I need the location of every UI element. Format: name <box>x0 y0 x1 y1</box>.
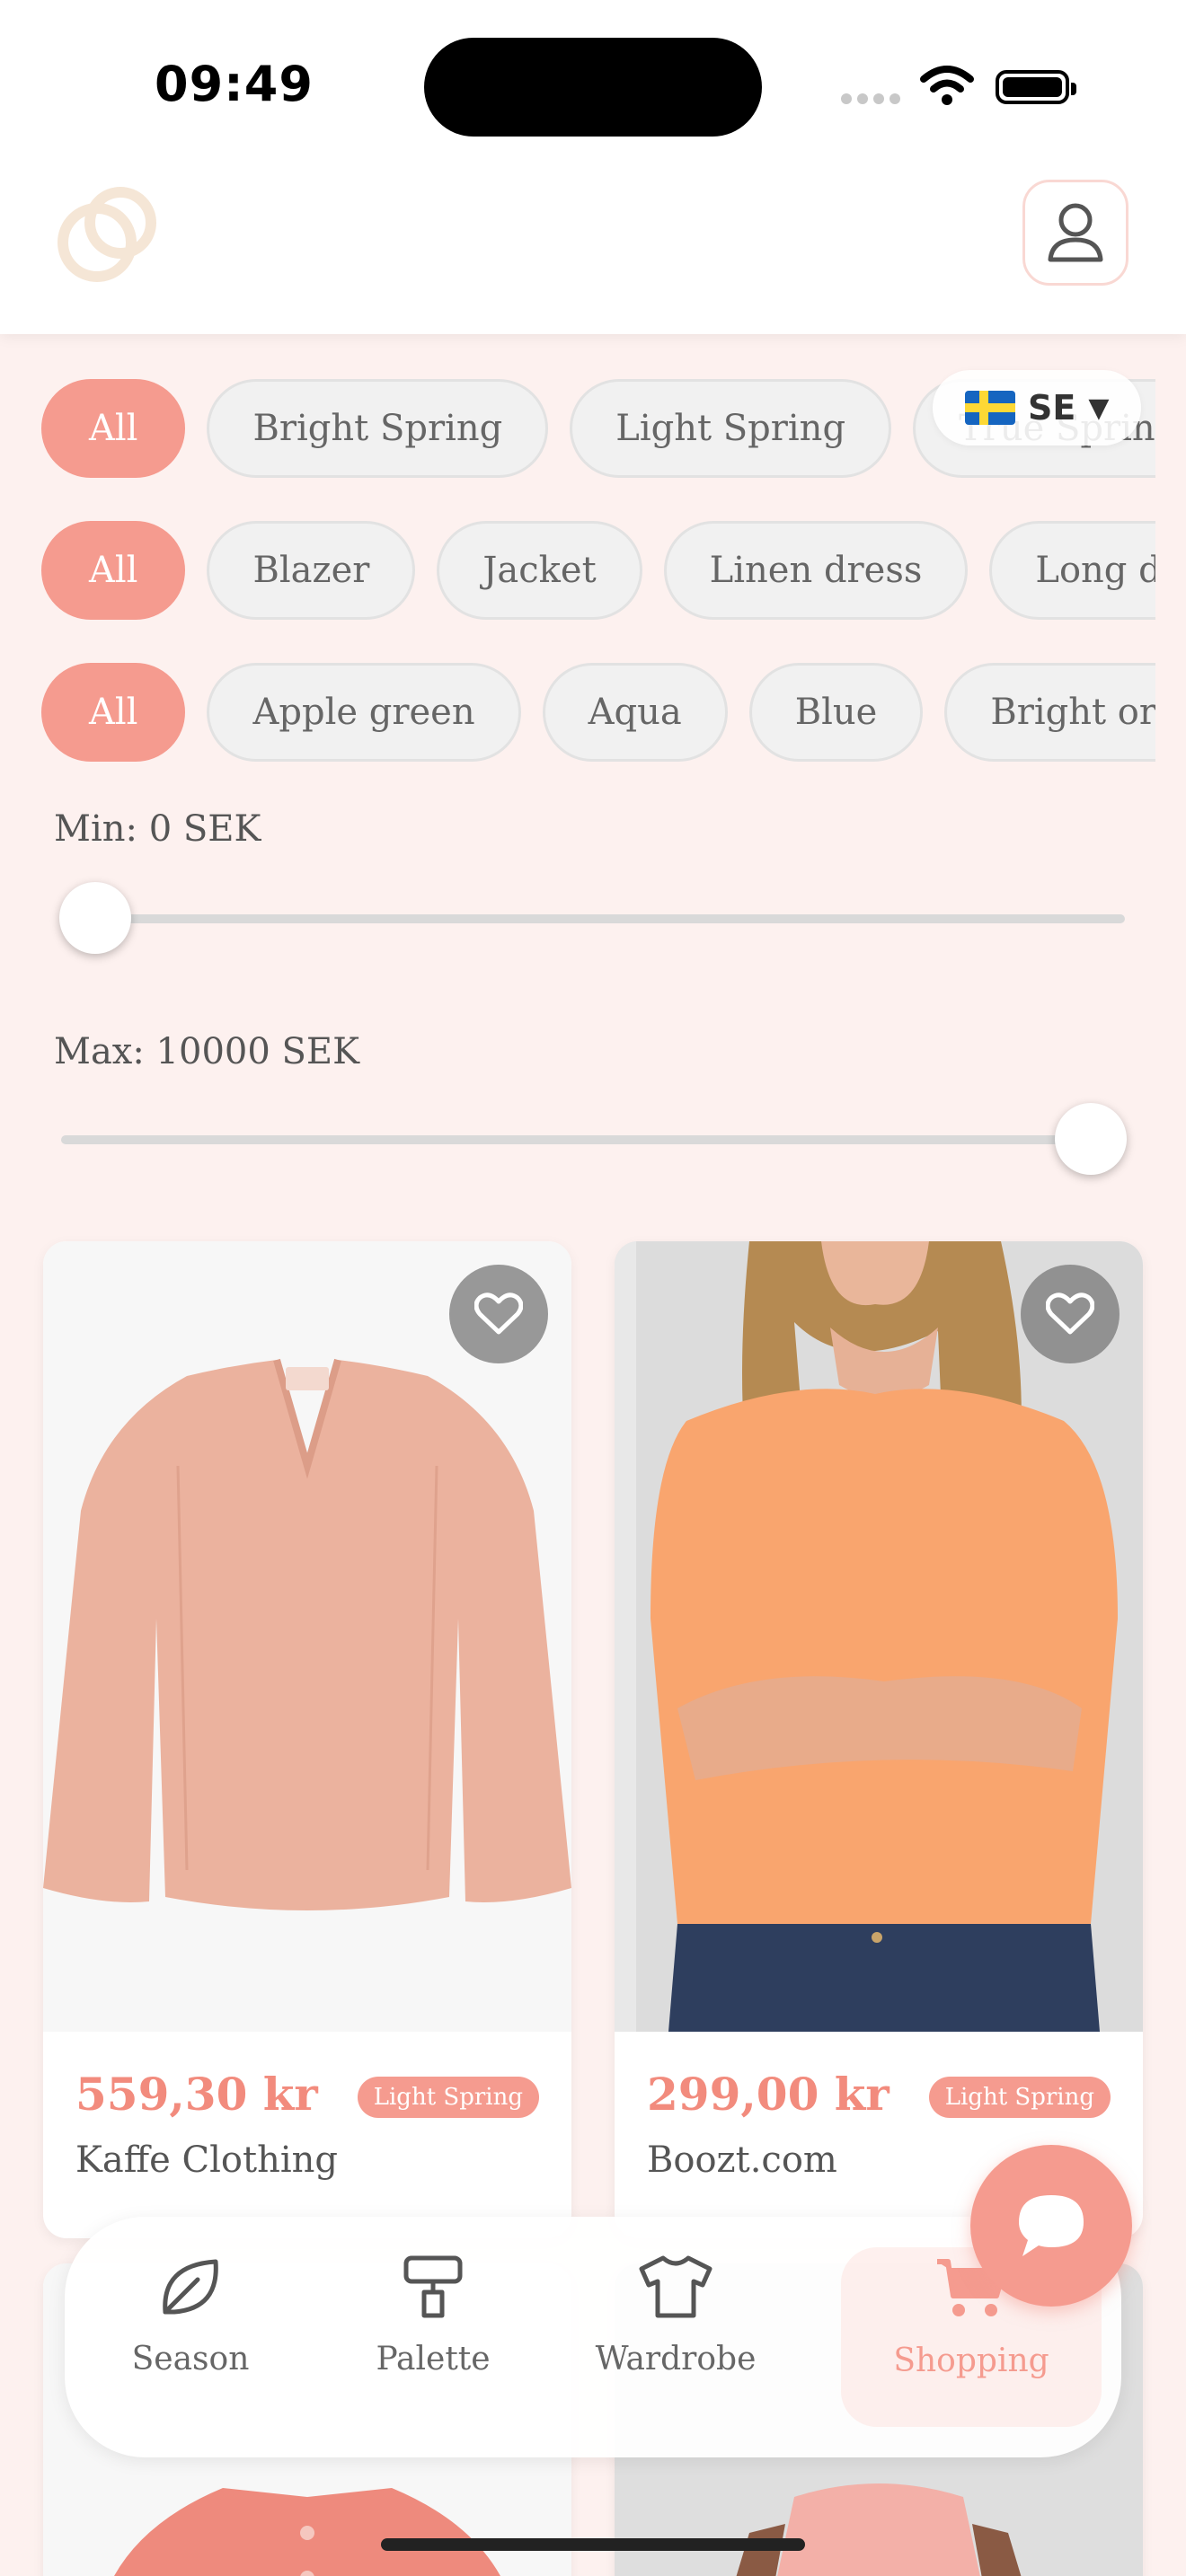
min-price-label: Min: 0 SEK <box>54 808 261 850</box>
color-filter-row: AllApple greenAquaBlueBright orange <box>41 663 1155 763</box>
chat-bubble-icon <box>1019 2195 1084 2256</box>
bottom-navigation: Season Palette Wardrobe Shopping <box>65 2217 1121 2457</box>
chip-color-aqua[interactable]: Aqua <box>542 663 728 762</box>
nav-palette[interactable]: Palette <box>325 2253 541 2432</box>
user-icon <box>1048 203 1103 262</box>
product-card[interactable]: 299,00 kr Light Spring Boozt.com <box>615 1241 1143 2238</box>
product-price: 559,30 kr <box>75 2068 318 2121</box>
chip-color-blue[interactable]: Blue <box>748 663 924 762</box>
leaf-icon <box>163 2259 218 2315</box>
max-price-label: Max: 10000 SEK <box>54 1031 359 1072</box>
chip-season-all[interactable]: All <box>41 379 186 478</box>
store-name: Boozt.com <box>647 2139 837 2181</box>
paint-roller-icon <box>403 2255 463 2318</box>
profile-button[interactable] <box>1022 180 1128 286</box>
nav-palette-label: Palette <box>376 2341 491 2378</box>
heart-icon <box>474 1292 523 1335</box>
chip-season-light-spring[interactable]: Light Spring <box>570 379 892 478</box>
min-price-track[interactable] <box>61 914 1125 923</box>
product-price: 299,00 kr <box>647 2068 890 2121</box>
heart-icon <box>1046 1292 1094 1335</box>
nav-wardrobe[interactable]: Wardrobe <box>568 2253 783 2432</box>
chip-color-apple-green[interactable]: Apple green <box>207 663 521 762</box>
status-time: 09:49 <box>155 56 314 112</box>
chip-season-bright-spring[interactable]: Bright Spring <box>207 379 549 478</box>
app-header: 09:49 <box>0 0 1186 334</box>
language-selector[interactable]: SE ▼ <box>933 370 1141 446</box>
season-tag: Light Spring <box>357 2077 539 2118</box>
chip-category-long-dress[interactable]: Long dress <box>989 521 1155 620</box>
wifi-icon <box>920 66 974 105</box>
favorite-button[interactable] <box>449 1265 548 1363</box>
season-tag: Light Spring <box>928 2077 1111 2118</box>
chevron-down-icon: ▼ <box>1088 392 1110 424</box>
sweden-flag-icon <box>965 391 1015 425</box>
home-indicator <box>381 2538 805 2551</box>
chip-category-all[interactable]: All <box>41 521 186 620</box>
rings-logo-icon <box>58 187 156 282</box>
battery-icon <box>996 70 1076 104</box>
language-code: SE <box>1028 388 1076 428</box>
nav-wardrobe-label: Wardrobe <box>595 2341 757 2378</box>
max-price-slider-thumb[interactable] <box>1055 1103 1127 1175</box>
max-price-track[interactable] <box>61 1135 1125 1144</box>
nav-season-label: Season <box>131 2341 250 2378</box>
chip-category-blazer[interactable]: Blazer <box>207 521 416 620</box>
dynamic-island <box>424 38 762 137</box>
nav-season[interactable]: Season <box>83 2253 298 2432</box>
product-card[interactable]: 559,30 kr Light Spring Kaffe Clothing <box>43 1241 571 2238</box>
chip-category-jacket[interactable]: Jacket <box>437 521 642 620</box>
favorite-button[interactable] <box>1021 1265 1120 1363</box>
cellular-signal-icon <box>841 93 904 106</box>
chip-category-linen-dress[interactable]: Linen dress <box>663 521 969 620</box>
category-filter-row: AllBlazerJacketLinen dressLong dress <box>41 521 1155 622</box>
nav-shopping-label: Shopping <box>893 2342 1049 2379</box>
chat-button[interactable] <box>970 2145 1132 2307</box>
chip-color-bright-orange[interactable]: Bright orange <box>944 663 1155 762</box>
chip-color-all[interactable]: All <box>41 663 186 762</box>
tshirt-icon <box>639 2255 712 2318</box>
min-price-slider-thumb[interactable] <box>59 882 131 954</box>
store-name: Kaffe Clothing <box>75 2139 339 2181</box>
